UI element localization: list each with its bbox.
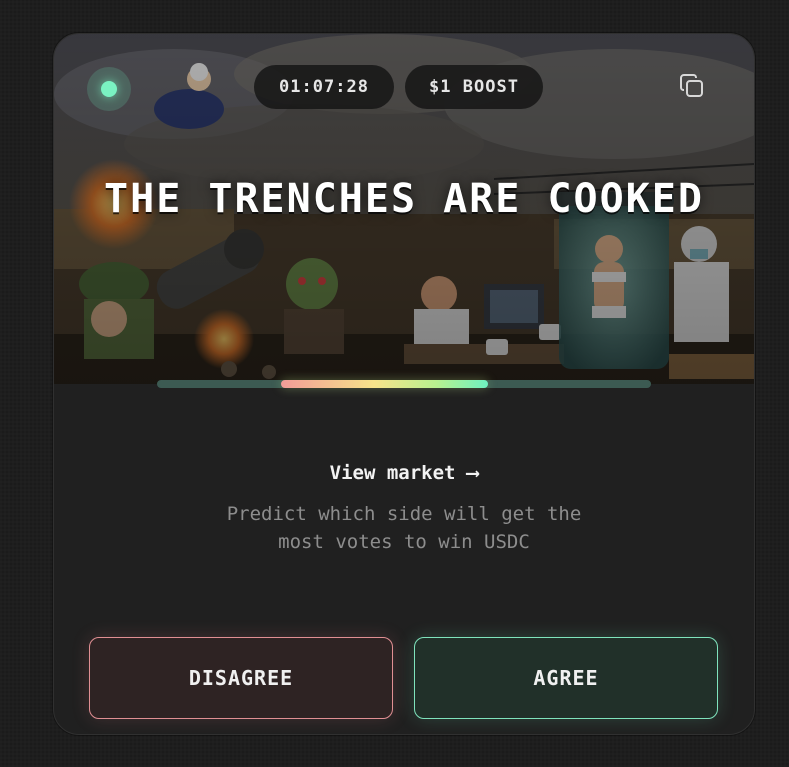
live-status-dot [101,81,117,97]
view-market-link[interactable]: View market ⟶ [54,462,754,484]
agree-button[interactable]: AGREE [414,637,718,719]
market-title: THE TRENCHES ARE COOKED [104,176,704,222]
market-card: 01:07:28 $1 BOOST THE TRENCHES ARE COOKE… [53,33,755,735]
market-hero: 01:07:28 $1 BOOST THE TRENCHES ARE COOKE… [54,34,754,384]
page: 01:07:28 $1 BOOST THE TRENCHES ARE COOKE… [0,0,789,767]
vote-progress-bar [157,380,651,388]
copy-button[interactable] [674,70,710,106]
live-status-indicator [87,67,131,111]
boost-badge[interactable]: $1 BOOST [405,65,543,109]
vote-progress-fill [281,380,489,388]
disagree-button[interactable]: DISAGREE [89,637,393,719]
countdown-timer: 01:07:28 [254,65,394,109]
copy-icon [679,73,705,103]
market-description: Predict which side will get the most vot… [226,503,582,553]
